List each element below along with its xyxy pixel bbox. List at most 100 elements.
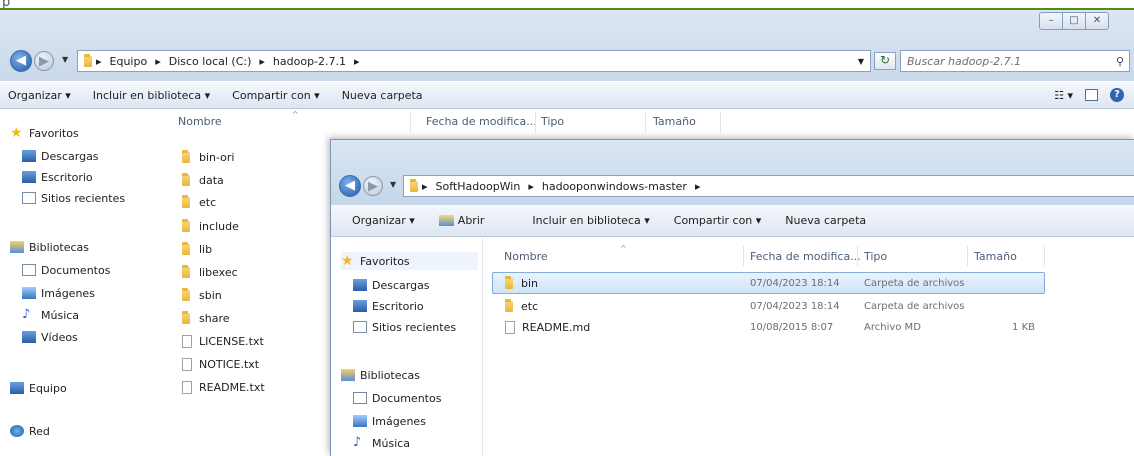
window2-address-bar[interactable]: ▸ SoftHadoopWin ▸ hadooponwindows-master…	[403, 175, 1134, 197]
help-icon[interactable]: ?	[1110, 88, 1124, 102]
back-button[interactable]: ◀	[10, 50, 32, 72]
music-icon: ♪	[353, 435, 362, 450]
file-row[interactable]: include	[182, 217, 239, 235]
share-button[interactable]: Compartir con ▾	[232, 89, 320, 102]
folder-icon	[84, 53, 92, 67]
address-dropdown-icon[interactable]: ▼	[858, 57, 864, 66]
column-date[interactable]: Fecha de modifica...	[426, 110, 537, 132]
folder-icon	[182, 287, 190, 301]
md-file-icon	[505, 320, 515, 334]
column-separator	[645, 112, 646, 132]
folder-icon	[182, 218, 190, 232]
window2-nav-desktop[interactable]: Escritorio	[353, 297, 424, 315]
nav-downloads[interactable]: Descargas	[22, 147, 99, 165]
window2-column-type[interactable]: Tipo	[864, 245, 887, 267]
file-row[interactable]: sbin	[182, 286, 222, 304]
nav-libraries[interactable]: Bibliotecas	[10, 238, 89, 256]
file-row[interactable]: libexec	[182, 263, 238, 281]
preview-pane-icon[interactable]	[1085, 89, 1098, 101]
minimize-button[interactable]: –	[1039, 12, 1063, 30]
documents-icon	[22, 264, 36, 276]
forward-button[interactable]: ▶	[34, 51, 54, 71]
window2-nav-music[interactable]: ♪ Música	[353, 434, 410, 452]
file-row[interactable]: bin 07/04/2023 18:14 Carpeta de archivos	[505, 274, 1045, 292]
nav-documents[interactable]: Documentos	[22, 261, 110, 279]
window2-nav-documents[interactable]: Documentos	[353, 389, 441, 407]
folder-icon	[182, 310, 190, 324]
folder-icon	[505, 298, 513, 312]
window2-organize-button[interactable]: Organizar ▾	[352, 214, 415, 227]
window2-open-button[interactable]: Abrir	[438, 214, 509, 227]
nav-network[interactable]: Red	[10, 422, 50, 440]
star-icon: ★	[10, 125, 23, 141]
view-options-icon[interactable]: ☷ ▾	[1054, 89, 1073, 102]
computer-icon	[10, 382, 24, 394]
recent-pages-dropdown[interactable]: ▼	[62, 55, 68, 64]
text-file-icon	[182, 334, 192, 348]
breadcrumb-hadooponwindows[interactable]: hadooponwindows-master	[538, 180, 691, 193]
command-bar: Organizar ▾ Incluir en biblioteca ▾ Comp…	[0, 82, 1134, 109]
sort-ascending-icon: ^	[292, 110, 299, 119]
window2-new-folder-button[interactable]: Nueva carpeta	[785, 214, 866, 227]
nav-recent[interactable]: Sitios recientes	[22, 189, 125, 207]
window2-nav-favorites[interactable]: ★ Favoritos	[341, 252, 478, 270]
search-input[interactable]: Buscar hadoop-2.7.1	[907, 55, 1021, 68]
nav-desktop[interactable]: Escritorio	[22, 168, 93, 186]
breadcrumb-softhadoopwin[interactable]: SoftHadoopWin	[432, 180, 525, 193]
music-icon: ♪	[22, 307, 31, 322]
downloads-icon	[353, 279, 367, 291]
file-row[interactable]: NOTICE.txt	[182, 355, 259, 373]
window2-recent-dropdown[interactable]: ▼	[390, 180, 396, 189]
folder-icon	[182, 241, 190, 255]
address-bar[interactable]: ▸ Equipo ▸ Disco local (C:) ▸ hadoop-2.7…	[77, 50, 871, 72]
window2-back-button[interactable]: ◀	[339, 175, 361, 197]
window2-share-button[interactable]: Compartir con ▾	[674, 214, 762, 227]
nav-favorites[interactable]: ★ Favoritos	[10, 124, 79, 142]
nav-computer[interactable]: Equipo	[10, 379, 67, 397]
new-folder-button[interactable]: Nueva carpeta	[342, 89, 423, 102]
window2-include-library-button[interactable]: Incluir en biblioteca ▾	[532, 214, 649, 227]
file-row[interactable]: lib	[182, 240, 212, 258]
folder-icon	[182, 264, 190, 278]
close-button[interactable]: ✕	[1085, 12, 1109, 30]
file-row[interactable]: bin-ori	[182, 148, 235, 166]
organize-button[interactable]: Organizar ▾	[8, 89, 71, 102]
libraries-icon	[10, 241, 24, 253]
column-type[interactable]: Tipo	[541, 110, 564, 132]
window2-nav-images[interactable]: Imágenes	[353, 412, 426, 430]
file-row[interactable]: share	[182, 309, 230, 327]
include-library-button[interactable]: Incluir en biblioteca ▾	[93, 89, 210, 102]
nav-images[interactable]: Imágenes	[22, 284, 95, 302]
maximize-button[interactable]: □	[1062, 12, 1086, 30]
window2-column-date[interactable]: Fecha de modifica...	[750, 245, 861, 267]
images-icon	[353, 415, 367, 427]
window2-nav-downloads[interactable]: Descargas	[353, 276, 430, 294]
column-size[interactable]: Tamaño	[653, 110, 696, 132]
file-row[interactable]: etc 07/04/2023 18:14 Carpeta de archivos	[505, 297, 1045, 315]
top-band: p	[0, 0, 1134, 10]
window2-column-size[interactable]: Tamaño	[974, 245, 1017, 267]
file-row[interactable]: README.md 10/08/2015 8:07 Archivo MD 1 K…	[505, 318, 1045, 336]
search-box[interactable]: Buscar hadoop-2.7.1 ⚲	[900, 50, 1130, 72]
libraries-icon	[341, 369, 355, 381]
window2-forward-button[interactable]: ▶	[363, 176, 383, 196]
column-separator	[967, 246, 968, 266]
search-icon[interactable]: ⚲	[1116, 55, 1124, 68]
file-row[interactable]: etc	[182, 193, 216, 211]
nav-music[interactable]: ♪ Música	[22, 306, 79, 324]
refresh-icon[interactable]: ↻	[874, 52, 896, 70]
column-separator	[743, 246, 744, 266]
text-file-icon	[182, 380, 192, 394]
file-row[interactable]: data	[182, 171, 224, 189]
nav-videos[interactable]: Vídeos	[22, 328, 78, 346]
breadcrumb-equipo[interactable]: Equipo	[106, 55, 152, 68]
breadcrumb-hadoop[interactable]: hadoop-2.7.1	[269, 55, 350, 68]
breadcrumb-disco[interactable]: Disco local (C:)	[165, 55, 256, 68]
file-row[interactable]: README.txt	[182, 378, 265, 396]
file-row[interactable]: LICENSE.txt	[182, 332, 264, 350]
window2-nav-libraries[interactable]: Bibliotecas	[341, 366, 420, 384]
window2-nav-recent[interactable]: Sitios recientes	[353, 318, 456, 336]
column-name[interactable]: Nombre	[178, 110, 222, 132]
network-icon	[10, 425, 24, 437]
window2-column-name[interactable]: Nombre	[504, 245, 548, 267]
